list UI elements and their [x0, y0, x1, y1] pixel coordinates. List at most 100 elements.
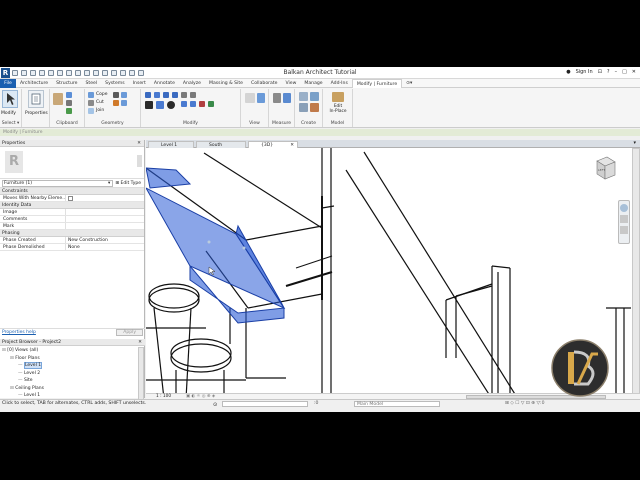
- property-value[interactable]: [66, 209, 144, 215]
- group-identity-data[interactable]: Identity Data: [0, 202, 144, 209]
- tab-modify-furniture[interactable]: Modify | Furniture: [351, 78, 403, 88]
- create-group-icon[interactable]: [299, 103, 308, 112]
- tab-insert[interactable]: Insert: [129, 79, 150, 88]
- instance-filter-dropdown[interactable]: Furniture (1) ▾: [2, 179, 114, 187]
- properties-close-icon[interactable]: ✕: [137, 140, 141, 147]
- selection-filter-icons[interactable]: ⊞ ◇ ☐ ▽ ⊡ ⊕ ▽:0: [505, 400, 545, 408]
- edit-in-place-icon[interactable]: [332, 92, 344, 102]
- browser-item[interactable]: ⊟ Floor Plans: [2, 355, 137, 363]
- tab-file[interactable]: File: [0, 78, 16, 88]
- tab-structure[interactable]: Structure: [52, 79, 81, 88]
- tab-analyze[interactable]: Analyze: [179, 79, 205, 88]
- sign-in-button[interactable]: Sign In: [576, 69, 593, 75]
- rotate-icon[interactable]: [167, 101, 175, 109]
- properties-help-link[interactable]: Properties help: [2, 330, 36, 335]
- group-constraints[interactable]: Constraints: [0, 188, 144, 195]
- array-icon[interactable]: [181, 101, 187, 107]
- tab-collaborate[interactable]: Collaborate: [247, 79, 281, 88]
- property-row: Moves With Nearby Eleme...: [0, 195, 144, 202]
- property-value[interactable]: [66, 216, 144, 222]
- cut-geometry-icon[interactable]: [88, 100, 94, 106]
- create-parts-icon[interactable]: [310, 92, 319, 101]
- create-similar-icon[interactable]: [310, 103, 319, 112]
- delete-icon[interactable]: [199, 101, 205, 107]
- tab-architecture[interactable]: Architecture: [16, 79, 52, 88]
- cart-icon[interactable]: ⊡: [598, 69, 602, 75]
- cope-icon[interactable]: [88, 92, 94, 98]
- help-icon[interactable]: ?: [607, 69, 610, 75]
- modify-button[interactable]: [2, 90, 18, 108]
- geometry-tool-3-icon[interactable]: [113, 100, 119, 106]
- tab-systems[interactable]: Systems: [101, 79, 129, 88]
- panel-label-select[interactable]: Select ▾: [0, 121, 21, 126]
- create-assembly-icon[interactable]: [299, 92, 308, 101]
- copy-clipboard-icon[interactable]: [66, 92, 72, 98]
- align-icon[interactable]: [145, 92, 151, 98]
- workset-dropdown[interactable]: [222, 401, 308, 407]
- view-tab-level-1[interactable]: Level 1: [148, 141, 194, 148]
- viewcube[interactable]: LEFT: [589, 153, 619, 183]
- property-value[interactable]: None: [66, 244, 144, 250]
- project-browser-close-icon[interactable]: ✕: [138, 339, 142, 346]
- tab-massing-site[interactable]: Massing & Site: [205, 79, 247, 88]
- pin-icon[interactable]: [208, 101, 214, 107]
- browser-item[interactable]: — Site: [2, 377, 137, 385]
- cut-clipboard-icon[interactable]: [66, 100, 72, 106]
- mirror-draw-icon[interactable]: [172, 92, 178, 98]
- tab-manage[interactable]: Manage: [300, 79, 326, 88]
- measure-tool-icon[interactable]: [273, 93, 281, 103]
- tab-steel[interactable]: Steel: [82, 79, 102, 88]
- tab-menu-icon[interactable]: ▾: [633, 140, 636, 146]
- properties-button[interactable]: [28, 90, 44, 108]
- orbit-icon[interactable]: [620, 226, 628, 234]
- property-value[interactable]: New Construction: [66, 237, 144, 243]
- property-value[interactable]: [66, 195, 144, 201]
- tab-annotate[interactable]: Annotate: [150, 79, 179, 88]
- copy-icon[interactable]: [156, 101, 164, 109]
- grip-handle-icon[interactable]: [242, 246, 246, 250]
- minimize-icon[interactable]: –: [615, 69, 618, 75]
- trim-icon[interactable]: [181, 92, 187, 98]
- mirror-axis-icon[interactable]: [163, 92, 169, 98]
- selected-shelf-top[interactable]: [146, 167, 192, 189]
- design-option-dropdown[interactable]: Main Model: [354, 401, 440, 407]
- type-selector-scroll[interactable]: [137, 155, 142, 167]
- split-icon[interactable]: [190, 92, 196, 98]
- property-value[interactable]: [66, 223, 144, 229]
- zoom-icon[interactable]: [620, 215, 628, 223]
- apply-button[interactable]: Apply: [116, 329, 143, 336]
- geometry-tool-2-icon[interactable]: [121, 92, 127, 98]
- tab-add-ins[interactable]: Add-Ins: [327, 79, 352, 88]
- selected-shelf-face[interactable]: [146, 187, 286, 310]
- grip-handle-icon[interactable]: [207, 240, 211, 244]
- steering-wheel-icon[interactable]: [620, 204, 628, 212]
- moves-with-checkbox[interactable]: [68, 196, 73, 201]
- view-tab-south[interactable]: South: [196, 141, 246, 148]
- browser-item[interactable]: ⊟ Ceiling Plans: [2, 385, 137, 393]
- ribbon-toggle-icon[interactable]: ⊙▾: [402, 79, 416, 88]
- browser-item[interactable]: — Level 1: [2, 362, 137, 370]
- browser-item[interactable]: ⊟ [0] Views (all): [2, 347, 137, 355]
- hide-in-view-icon[interactable]: [245, 93, 255, 103]
- user-icon[interactable]: ●: [566, 69, 570, 75]
- geometry-tool-4-icon[interactable]: [121, 100, 127, 106]
- aligned-dimension-icon[interactable]: [283, 93, 291, 103]
- match-properties-icon[interactable]: [66, 108, 72, 114]
- paste-icon[interactable]: [53, 93, 63, 105]
- close-icon[interactable]: ✕: [632, 69, 636, 75]
- geometry-tool-1-icon[interactable]: [113, 92, 119, 98]
- join-icon[interactable]: [88, 108, 94, 114]
- workset-icon[interactable]: ⊙: [213, 401, 217, 409]
- move-icon[interactable]: [145, 101, 153, 109]
- edit-in-place-label[interactable]: Edit In-Place: [325, 104, 351, 114]
- offset-icon[interactable]: [154, 92, 160, 98]
- group-phasing[interactable]: Phasing: [0, 230, 144, 237]
- canvas-scrollbar[interactable]: [632, 148, 640, 399]
- browser-item[interactable]: — Level 2: [2, 370, 137, 378]
- edit-type-button[interactable]: ⊞ Edit Type: [115, 181, 144, 186]
- scale-icon[interactable]: [190, 101, 196, 107]
- view-tab-3d[interactable]: {3D} ✕: [248, 141, 298, 148]
- maximize-icon[interactable]: □: [622, 69, 627, 75]
- tab-view[interactable]: View: [281, 79, 300, 88]
- override-graphics-icon[interactable]: [257, 93, 265, 103]
